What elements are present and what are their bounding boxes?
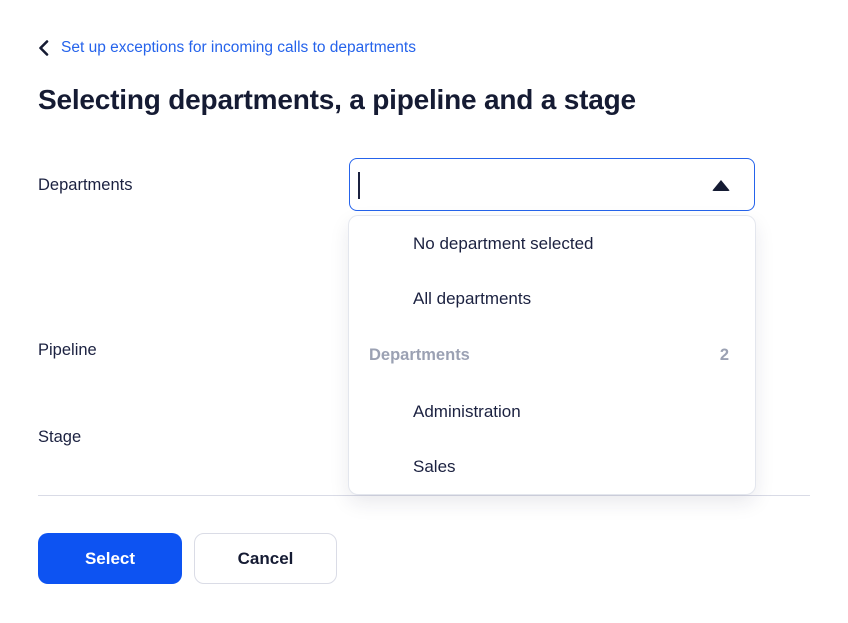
dropdown-group-label: Departments [369,346,470,365]
departments-combobox[interactable] [349,158,755,211]
stage-label: Stage [38,428,81,447]
departments-combobox-input[interactable] [356,161,696,207]
cancel-button[interactable]: Cancel [194,533,337,584]
divider [38,495,810,496]
dropdown-option-no-department[interactable]: No department selected [349,216,755,271]
page: Set up exceptions for incoming calls to … [0,0,848,623]
select-button[interactable]: Select [38,533,182,584]
dropdown-option-administration[interactable]: Administration [349,384,755,439]
pipeline-label: Pipeline [38,341,97,360]
dropdown-option-all-departments[interactable]: All departments [349,271,755,326]
departments-label: Departments [38,176,132,195]
back-link[interactable]: Set up exceptions for incoming calls to … [38,40,416,56]
page-title: Selecting departments, a pipeline and a … [38,84,636,116]
caret-up-icon[interactable] [712,180,730,191]
chevron-left-icon [38,40,49,56]
dropdown-group-count: 2 [720,346,729,365]
back-link-label: Set up exceptions for incoming calls to … [61,40,416,56]
dropdown-group-header: Departments 2 [349,326,755,384]
text-caret [358,172,360,199]
dropdown-option-sales[interactable]: Sales [349,439,755,494]
departments-dropdown-panel: No department selected All departments D… [349,216,755,494]
